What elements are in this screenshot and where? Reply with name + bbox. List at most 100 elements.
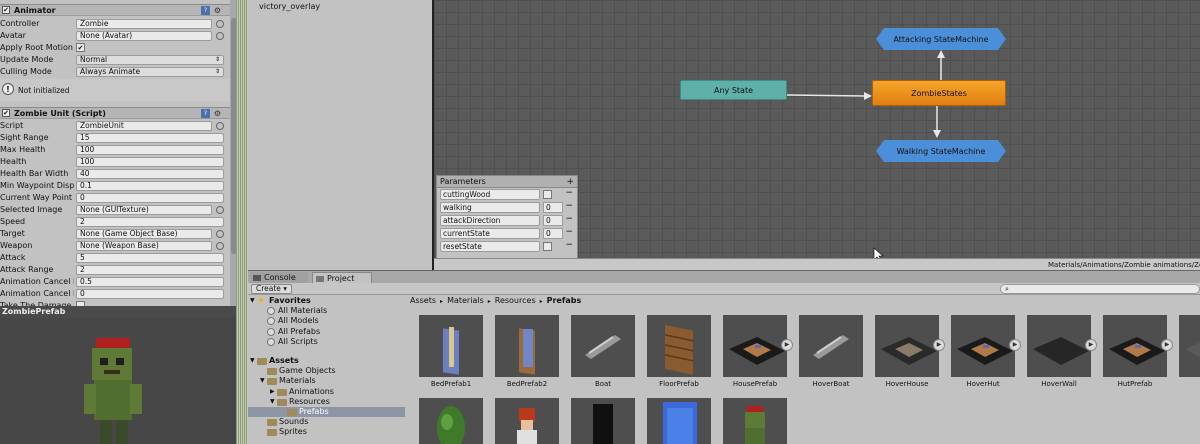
field-value[interactable]: 0 <box>76 193 224 203</box>
play-icon[interactable]: ▶ <box>933 339 945 351</box>
tree-folder-resources[interactable]: ▼ Resources <box>248 397 405 407</box>
gear-icon[interactable]: ⚙ <box>213 6 222 15</box>
tree-favorite-all-models[interactable]: All Models <box>248 316 405 326</box>
asset-item-pin[interactable]: Pin <box>1179 315 1200 388</box>
parameter-value-field[interactable]: 0 <box>543 228 563 239</box>
object-picker-icon[interactable] <box>216 32 224 40</box>
field-value[interactable]: 2 <box>76 217 224 227</box>
zombie-unit-enabled-checkbox[interactable]: ✔ <box>2 109 10 117</box>
field-value[interactable]: 100 <box>76 145 224 155</box>
parameter-name-field[interactable]: walking <box>440 202 540 213</box>
object-picker-icon[interactable] <box>216 122 224 130</box>
asset-item-bedprefab1[interactable]: BedPrefab1 <box>419 315 483 388</box>
parameter-name-field[interactable]: resetState <box>440 241 540 252</box>
field-value[interactable]: None (Game Object Base) <box>76 229 212 239</box>
object-picker-icon[interactable] <box>216 206 224 214</box>
animator-enabled-checkbox[interactable]: ✔ <box>2 6 10 14</box>
animator-component-header[interactable]: ✔ Animator ? ⚙ <box>0 4 230 16</box>
tree-folder-materials[interactable]: ▼ Materials <box>248 376 405 386</box>
apply-root-motion-checkbox[interactable]: ✔ <box>76 43 85 52</box>
field-value[interactable]: 0.1 <box>76 181 224 191</box>
help-book-icon[interactable]: ? <box>201 6 210 15</box>
hierarchy-item[interactable]: victory_overlay <box>259 2 320 11</box>
asset-item-hoverboat[interactable]: HoverBoat <box>799 315 863 388</box>
tree-favorite-all-prefabs[interactable]: All Prefabs <box>248 327 405 337</box>
parameter-bool-checkbox[interactable] <box>543 190 552 199</box>
zombie-unit-component-header[interactable]: ✔ Zombie Unit (Script) ? ⚙ <box>0 107 230 119</box>
tree-folder-game-objects[interactable]: Game Objects <box>248 366 405 376</box>
asset-item[interactable] <box>647 398 711 444</box>
field-value[interactable]: 15 <box>76 133 224 143</box>
field-value[interactable]: 40 <box>76 169 224 179</box>
animator-graph[interactable]: Any State ZombieStates Attacking StateMa… <box>432 0 1200 270</box>
help-book-icon[interactable]: ? <box>201 109 210 118</box>
gear-icon[interactable]: ⚙ <box>213 109 222 118</box>
create-button[interactable]: Create ▾ <box>251 284 293 294</box>
play-icon[interactable]: ▶ <box>781 339 793 351</box>
asset-item[interactable] <box>495 398 559 444</box>
field-value[interactable]: Zombie <box>76 19 212 29</box>
asset-item-hoverhut[interactable]: ▶ HoverHut <box>951 315 1021 388</box>
field-value[interactable]: 100 <box>76 157 224 167</box>
play-icon[interactable]: ▶ <box>1009 339 1021 351</box>
remove-parameter-button[interactable]: − <box>565 227 573 237</box>
field-value[interactable]: 0 <box>76 289 224 299</box>
remove-parameter-button[interactable]: − <box>565 188 573 198</box>
any-state-node[interactable]: Any State <box>680 80 787 100</box>
expand-arrow-icon[interactable]: ▼ <box>250 356 255 366</box>
breadcrumb-item[interactable]: Assets <box>410 296 436 305</box>
tree-folder-sprites[interactable]: Sprites <box>248 427 405 437</box>
remove-parameter-button[interactable]: − <box>565 240 573 250</box>
breadcrumb-item[interactable]: Resources <box>495 296 536 305</box>
add-parameter-button[interactable]: + <box>566 176 574 188</box>
field-value[interactable]: 2 <box>76 265 224 275</box>
field-value[interactable]: Normal ⇕ <box>76 55 224 65</box>
tree-folder-sounds[interactable]: Sounds <box>248 417 405 427</box>
field-value[interactable]: 0.5 <box>76 277 224 287</box>
parameter-name-field[interactable]: currentState <box>440 228 540 239</box>
asset-item-hoverhouse[interactable]: ▶ HoverHouse <box>875 315 945 388</box>
field-value[interactable]: 5 <box>76 253 224 263</box>
tree-folder-animations[interactable]: ▶ Animations <box>248 387 405 397</box>
walking-statemachine-node[interactable]: Walking StateMachine <box>876 140 1006 162</box>
play-icon[interactable]: ▶ <box>1161 339 1173 351</box>
expand-arrow-icon[interactable]: ▼ <box>270 397 275 407</box>
asset-item-hutprefab[interactable]: ▶ HutPrefab <box>1103 315 1173 388</box>
asset-item-boat[interactable]: Boat <box>571 315 635 388</box>
parameter-value-field[interactable]: 0 <box>543 202 563 213</box>
field-value[interactable]: None (Avatar) <box>76 31 212 41</box>
asset-item[interactable] <box>723 398 787 444</box>
field-value[interactable]: None (Weapon Base) <box>76 241 212 251</box>
object-picker-icon[interactable] <box>216 20 224 28</box>
object-picker-icon[interactable] <box>216 242 224 250</box>
zombie-states-node[interactable]: ZombieStates <box>872 80 1006 106</box>
remove-parameter-button[interactable]: − <box>565 214 573 224</box>
parameter-value-field[interactable]: 0 <box>543 215 563 226</box>
field-value[interactable]: Always Animate ⇕ <box>76 67 224 77</box>
asset-item-floorprefab[interactable]: FloorPrefab <box>647 315 711 388</box>
asset-item-bedprefab2[interactable]: BedPrefab2 <box>495 315 559 388</box>
object-picker-icon[interactable] <box>216 230 224 238</box>
expand-arrow-icon[interactable]: ▼ <box>250 296 255 306</box>
parameter-name-field[interactable]: attackDirection <box>440 215 540 226</box>
tree-assets[interactable]: ▼ Assets <box>248 356 405 366</box>
breadcrumb-item[interactable]: Materials <box>447 296 484 305</box>
asset-item-hoverwall[interactable]: ▶ HoverWall <box>1027 315 1097 388</box>
parameter-bool-checkbox[interactable] <box>543 242 552 251</box>
field-value[interactable]: None (GUITexture) <box>76 205 212 215</box>
expand-arrow-icon[interactable]: ▼ <box>260 376 265 386</box>
asset-item-houseprefab[interactable]: ▶ HousePrefab <box>723 315 793 388</box>
tree-folder-prefabs[interactable]: Prefabs <box>248 407 405 417</box>
search-input[interactable]: ⌕ <box>1000 284 1200 294</box>
tree-favorite-all-materials[interactable]: All Materials <box>248 306 405 316</box>
collapse-arrow-icon[interactable]: ▶ <box>270 387 275 397</box>
field-value[interactable]: ZombieUnit <box>76 121 212 131</box>
tree-favorite-all-scripts[interactable]: All Scripts <box>248 337 405 347</box>
attacking-statemachine-node[interactable]: Attacking StateMachine <box>876 28 1006 50</box>
preview-area[interactable] <box>0 318 236 444</box>
panel-splitter[interactable] <box>236 0 248 444</box>
asset-item[interactable] <box>419 398 483 444</box>
play-icon[interactable]: ▶ <box>1085 339 1097 351</box>
asset-item[interactable] <box>571 398 635 444</box>
tree-favorites[interactable]: ▼ ★ Favorites <box>248 296 405 306</box>
